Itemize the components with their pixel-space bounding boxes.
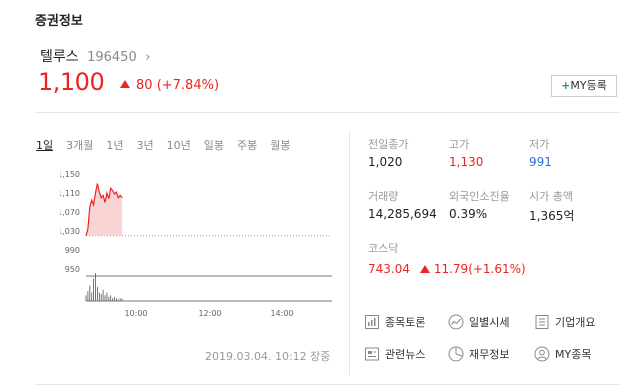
- link-related-news[interactable]: 관련뉴스: [364, 346, 425, 362]
- high-value: 1,130: [449, 155, 484, 169]
- prev-close-label: 전일종가: [368, 138, 409, 151]
- kosdaq-label: 코스닥: [368, 242, 399, 255]
- x-tick-label: 10:00: [124, 309, 147, 318]
- my-register-label: MY등록: [570, 79, 607, 92]
- tab-weekly[interactable]: 주봉: [237, 137, 257, 153]
- y-tick-label: 1,030: [60, 227, 80, 236]
- chevron-right-icon: ›: [145, 50, 151, 65]
- link-label: 종목토론: [385, 316, 426, 329]
- change-value: 80: [136, 78, 153, 93]
- tab-1y[interactable]: 1년: [106, 137, 123, 153]
- low-label: 저가: [529, 138, 550, 151]
- link-company-overview[interactable]: 기업개요: [534, 314, 595, 330]
- up-triangle-icon: [120, 80, 130, 88]
- divider: [35, 112, 620, 113]
- volume-label: 거래량: [368, 190, 399, 203]
- tab-monthly[interactable]: 월봉: [270, 137, 290, 153]
- chart-timestamp: 2019.03.04. 10:12 장중: [205, 350, 331, 363]
- stock-name: 텔루스: [40, 49, 79, 65]
- divider-bottom: [35, 384, 620, 385]
- stock-name-link[interactable]: 텔루스 196450 ›: [40, 46, 150, 66]
- link-label: 일별시세: [469, 316, 510, 329]
- foreign-ratio-value: 0.39%: [449, 207, 488, 221]
- y-tick-label: 950: [65, 265, 80, 274]
- link-label: 관련뉴스: [385, 348, 426, 361]
- link-label: MY종목: [555, 348, 592, 361]
- link-label: 기업개요: [555, 316, 596, 329]
- change-percent: (+7.84%): [156, 78, 220, 93]
- market-cap-label: 시가 총액: [529, 190, 573, 203]
- document-list-icon: [535, 315, 549, 329]
- link-financial-info[interactable]: 재무정보: [448, 346, 509, 362]
- trend-line-icon: [448, 314, 464, 330]
- intraday-chart: 1,150 1,110 1,070 1,030 990 950 10:00 12:00 14:0…: [60, 170, 332, 318]
- volume-value: 14,285,694: [368, 207, 437, 221]
- section-title: 증권정보: [35, 14, 83, 29]
- kosdaq-index: 743.04 11.79(+1.61%): [368, 262, 526, 276]
- tab-3y[interactable]: 3년: [137, 137, 154, 153]
- foreign-ratio-label: 외국인소진율: [449, 190, 510, 203]
- market-cap-value: 1,365억: [529, 209, 575, 223]
- link-my-stocks[interactable]: MY종목: [534, 346, 591, 362]
- tab-1d[interactable]: 1일: [36, 137, 53, 153]
- divider-vertical: [349, 130, 350, 375]
- stock-code: 196450: [87, 50, 137, 65]
- y-tick-label: 1,110: [60, 189, 80, 198]
- y-tick-label: 1,070: [60, 208, 80, 217]
- link-stock-discussion[interactable]: 종목토론: [364, 314, 425, 330]
- news-icon: [365, 347, 379, 361]
- high-label: 고가: [449, 138, 470, 151]
- pie-chart-icon: [448, 346, 464, 362]
- y-tick-label: 990: [65, 246, 80, 255]
- up-triangle-icon: [419, 265, 430, 273]
- kosdaq-change: 11.79: [433, 262, 469, 276]
- link-label: 재무정보: [469, 348, 510, 361]
- x-tick-label: 14:00: [270, 309, 293, 318]
- x-tick-label: 12:00: [198, 309, 221, 318]
- kosdaq-change-percent: (+1.61%): [468, 262, 526, 276]
- price-change: 80 (+7.84%): [120, 78, 219, 93]
- y-tick-label: 1,150: [60, 170, 80, 179]
- link-daily-quotes[interactable]: 일별시세: [448, 314, 509, 330]
- chart-period-tabs: 1일 3개월 1년 3년 10년 일봉 주봉 월봉: [36, 137, 304, 153]
- low-value: 991: [529, 155, 552, 169]
- user-icon: [534, 346, 550, 362]
- my-register-button[interactable]: +MY등록: [551, 75, 617, 97]
- plus-icon: +: [561, 79, 571, 92]
- tab-daily[interactable]: 일봉: [204, 137, 224, 153]
- tab-3m[interactable]: 3개월: [66, 137, 93, 153]
- tab-10y[interactable]: 10년: [167, 137, 191, 153]
- prev-close-value: 1,020: [368, 155, 403, 169]
- kosdaq-value: 743.04: [368, 262, 410, 276]
- current-price: 1,100: [38, 68, 105, 96]
- chart-bar-icon: [365, 315, 379, 329]
